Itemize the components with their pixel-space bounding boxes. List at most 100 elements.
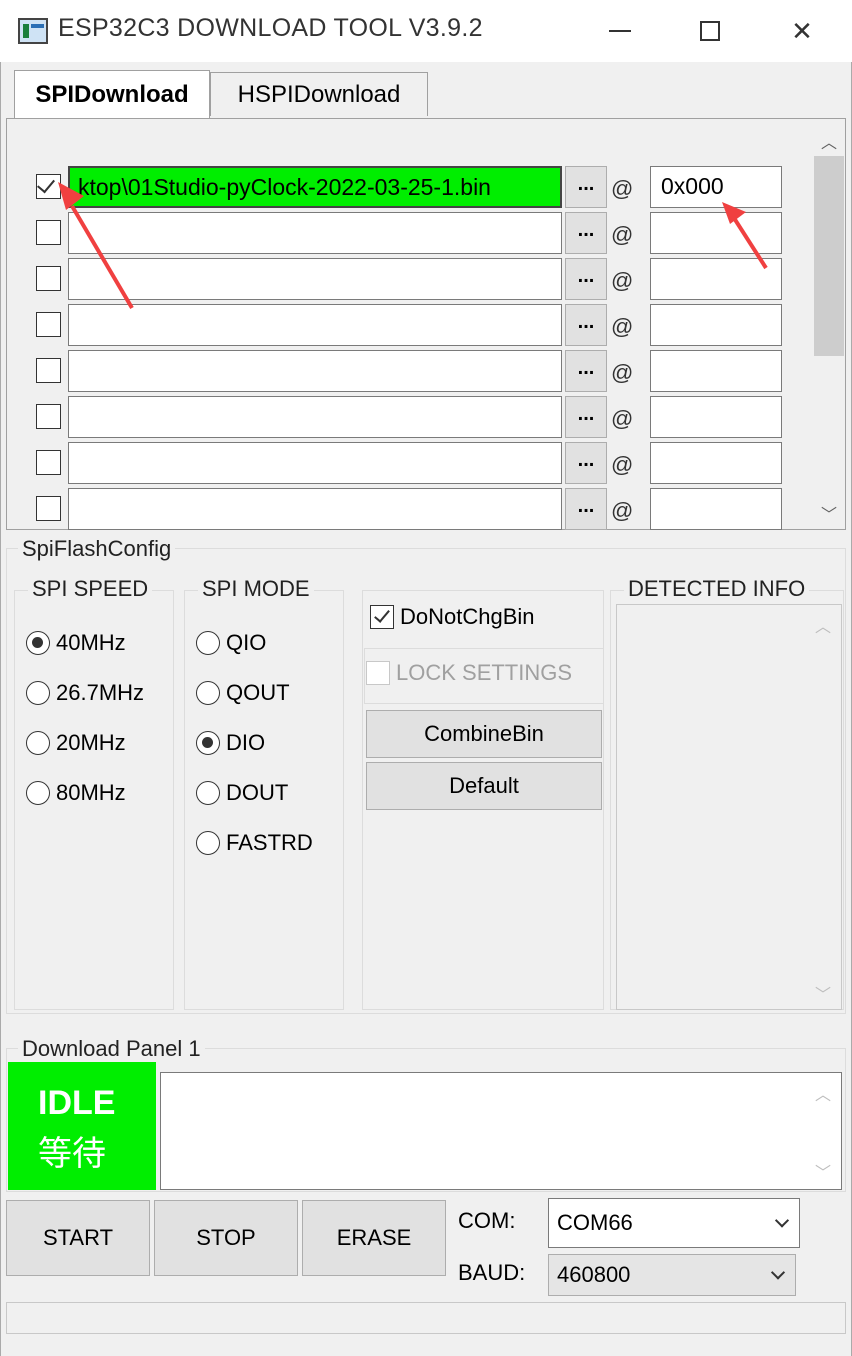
radio-icon (196, 731, 220, 755)
status-text-en: IDLE (38, 1084, 116, 1122)
radio-icon (196, 831, 220, 855)
offset-input[interactable] (650, 258, 782, 300)
browse-button[interactable]: ... (565, 350, 607, 392)
file-path-input[interactable] (68, 258, 562, 300)
spi_speed-option-80mhz[interactable]: 80MHz (26, 778, 126, 808)
scroll-down-icon[interactable]: ﹀ (814, 498, 844, 528)
status-text-cn: 等待 (38, 1134, 106, 1174)
browse-button[interactable]: ... (565, 304, 607, 346)
radio-icon (196, 631, 220, 655)
radio-icon (26, 731, 50, 755)
spi_mode-option-label: DOUT (226, 780, 289, 805)
file-row-checkbox[interactable] (36, 496, 61, 521)
scroll-up-icon[interactable]: ︿ (814, 126, 844, 156)
file-path-input[interactable] (68, 212, 562, 254)
at-label: @ (611, 406, 634, 431)
browse-button[interactable]: ... (565, 212, 607, 254)
at-label: @ (611, 498, 634, 523)
spi-mode-title: SPI MODE (198, 576, 314, 602)
offset-input[interactable] (650, 442, 782, 484)
spi_speed-option-label: 40MHz (56, 630, 126, 655)
status-bar (6, 1302, 846, 1334)
title-bar: ESP32C3 DOWNLOAD TOOL V3.9.2 ✕ (0, 0, 852, 62)
offset-input[interactable]: 0x000 (650, 166, 782, 208)
spi-flash-config-title: SpiFlashConfig (18, 536, 176, 562)
do-not-chg-bin-checkbox[interactable]: DoNotChgBin (370, 602, 535, 632)
offset-input[interactable] (650, 396, 782, 438)
baud-value: 460800 (557, 1262, 631, 1287)
window-title: ESP32C3 DOWNLOAD TOOL V3.9.2 (58, 14, 483, 42)
file-row-checkbox[interactable] (36, 174, 61, 199)
detected-scroll-up-icon[interactable]: ︿ (808, 610, 838, 640)
radio-icon (26, 631, 50, 655)
log-scroll-down-icon[interactable]: ﹀ (808, 1156, 838, 1186)
browse-button[interactable]: ... (565, 396, 607, 438)
browse-button[interactable]: ... (565, 166, 607, 208)
com-chevron-down-icon (774, 1213, 790, 1228)
at-label: @ (611, 452, 634, 477)
app-icon (18, 18, 48, 44)
minimize-button[interactable] (590, 10, 650, 52)
download-panel-title: Download Panel 1 (18, 1036, 205, 1062)
start-button[interactable]: START (6, 1200, 150, 1276)
com-select[interactable]: COM66 (548, 1198, 800, 1248)
offset-input[interactable] (650, 304, 782, 346)
baud-chevron-down-icon (770, 1265, 786, 1280)
file-list-scroll-thumb[interactable] (814, 156, 844, 356)
spi_mode-option-dio[interactable]: DIO (196, 728, 265, 758)
file-row-checkbox[interactable] (36, 450, 61, 475)
browse-button[interactable]: ... (565, 488, 607, 530)
file-path-input[interactable] (68, 442, 562, 484)
radio-icon (26, 681, 50, 705)
do-not-chg-bin-label: DoNotChgBin (400, 604, 535, 629)
maximize-button[interactable] (680, 10, 740, 52)
file-path-input[interactable] (68, 304, 562, 346)
file-row-checkbox[interactable] (36, 404, 61, 429)
file-row-checkbox[interactable] (36, 358, 61, 383)
log-scroll-up-icon[interactable]: ︿ (808, 1078, 838, 1108)
spi_mode-option-label: FASTRD (226, 830, 313, 855)
radio-icon (196, 681, 220, 705)
spi_speed-option-40mhz[interactable]: 40MHz (26, 628, 126, 658)
stop-button[interactable]: STOP (154, 1200, 298, 1276)
detected-scroll-down-icon[interactable]: ﹀ (808, 978, 838, 1008)
tab-hspidownload[interactable]: HSPIDownload (210, 72, 428, 116)
browse-button[interactable]: ... (565, 258, 607, 300)
spi_speed-option-26-7mhz[interactable]: 26.7MHz (26, 678, 144, 708)
combine-bin-button[interactable]: CombineBin (366, 710, 602, 758)
file-path-input[interactable] (68, 488, 562, 530)
spi_mode-option-fastrd[interactable]: FASTRD (196, 828, 313, 858)
file-path-input[interactable] (68, 350, 562, 392)
spi_mode-option-dout[interactable]: DOUT (196, 778, 288, 808)
file-row-checkbox[interactable] (36, 220, 61, 245)
spi_speed-option-label: 20MHz (56, 730, 126, 755)
spi_mode-option-qout[interactable]: QOUT (196, 678, 290, 708)
file-row-checkbox[interactable] (36, 312, 61, 337)
baud-select[interactable]: 460800 (548, 1254, 796, 1296)
file-path-input[interactable]: ktop\01Studio-pyClock-2022-03-25-1.bin (68, 166, 562, 208)
spi_speed-option-label: 80MHz (56, 780, 126, 805)
erase-button[interactable]: ERASE (302, 1200, 446, 1276)
detected-info-title: DETECTED INFO (624, 576, 810, 602)
at-label: @ (611, 222, 634, 247)
radio-icon (196, 781, 220, 805)
spi_speed-option-20mhz[interactable]: 20MHz (26, 728, 126, 758)
download-log[interactable] (160, 1072, 842, 1190)
spi_speed-option-label: 26.7MHz (56, 680, 145, 705)
offset-input[interactable] (650, 488, 782, 530)
browse-button[interactable]: ... (565, 442, 607, 484)
maximize-icon (700, 21, 720, 41)
file-row-checkbox[interactable] (36, 266, 61, 291)
lock-settings-checkbox[interactable]: LOCK SETTINGS (366, 658, 572, 688)
spi_mode-option-label: DIO (226, 730, 266, 755)
tab-spidownload[interactable]: SPIDownload (14, 70, 210, 118)
offset-input[interactable] (650, 350, 782, 392)
spi_mode-option-qio[interactable]: QIO (196, 628, 266, 658)
baud-label: BAUD: (458, 1260, 526, 1285)
file-path-input[interactable] (68, 396, 562, 438)
status-indicator: IDLE 等待 (8, 1062, 156, 1190)
detected-info-text (616, 604, 842, 1010)
close-button[interactable]: ✕ (772, 10, 832, 52)
offset-input[interactable] (650, 212, 782, 254)
default-button[interactable]: Default (366, 762, 602, 810)
